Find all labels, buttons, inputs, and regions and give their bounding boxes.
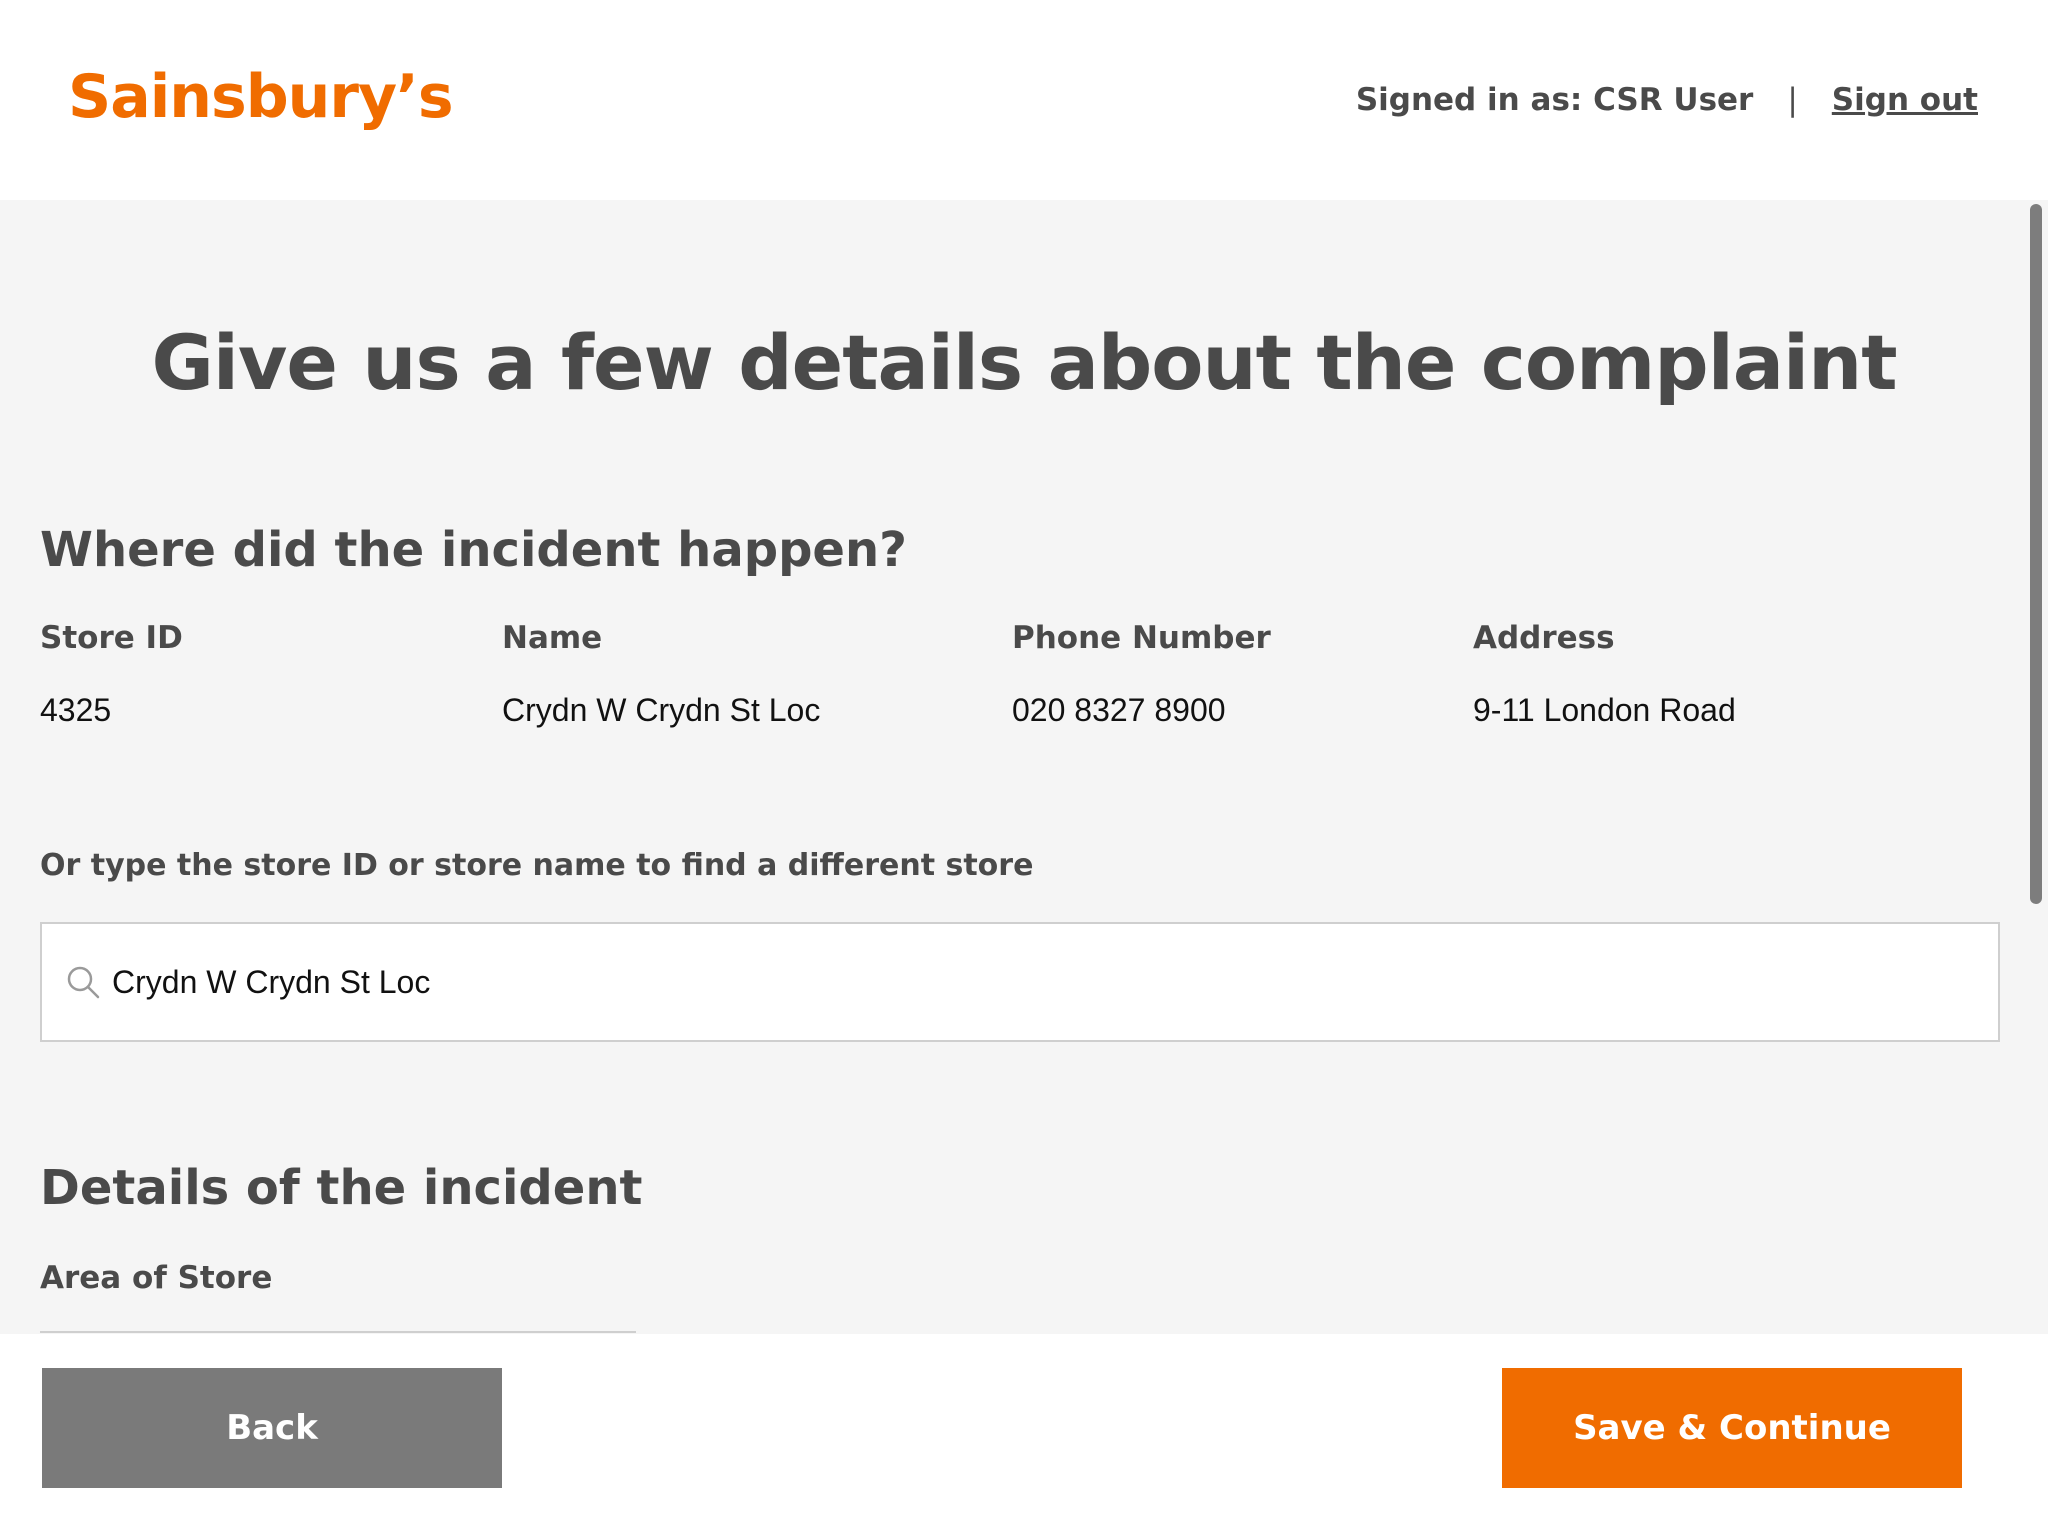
- name-value: Crydn W Crydn St Loc: [502, 692, 821, 728]
- store-search-box[interactable]: [40, 922, 2000, 1042]
- phone-number-value: 020 8327 8900: [1012, 692, 1226, 728]
- incident-location-title: Where did the incident happen?: [40, 522, 907, 578]
- incident-details-title: Details of the incident: [40, 1160, 643, 1216]
- store-search-input[interactable]: [112, 963, 1972, 1001]
- account-bar: Signed in as: CSR User | Sign out: [1356, 82, 1978, 118]
- signed-in-text: Signed in as: CSR User: [1355, 82, 1754, 118]
- address-label: Address: [1473, 620, 1615, 656]
- area-of-store-field[interactable]: [40, 1331, 636, 1333]
- save-continue-button[interactable]: Save & Continue: [1502, 1368, 1962, 1488]
- store-search-hint: Or type the store ID or store name to fi…: [40, 848, 1034, 883]
- site-header: Sainsbury’s Signed in as: CSR User | Sig…: [0, 0, 2048, 200]
- name-label: Name: [502, 620, 603, 656]
- footer-bar: Back Save & Continue: [0, 1334, 2048, 1536]
- store-id-value: 4325: [40, 692, 112, 728]
- sainsburys-logo[interactable]: Sainsbury’s: [68, 62, 454, 132]
- area-of-store-label: Area of Store: [40, 1260, 273, 1296]
- page-title: Give us a few details about the complain…: [151, 318, 1897, 407]
- back-button[interactable]: Back: [42, 1368, 502, 1488]
- address-value: 9-11 London Road: [1473, 692, 1736, 728]
- phone-number-label: Phone Number: [1012, 620, 1271, 656]
- store-id-label: Store ID: [40, 620, 183, 656]
- separator: |: [1787, 82, 1798, 118]
- search-icon: [67, 966, 100, 999]
- sign-out-link[interactable]: Sign out: [1832, 82, 1978, 118]
- scrollbar[interactable]: [2030, 204, 2042, 904]
